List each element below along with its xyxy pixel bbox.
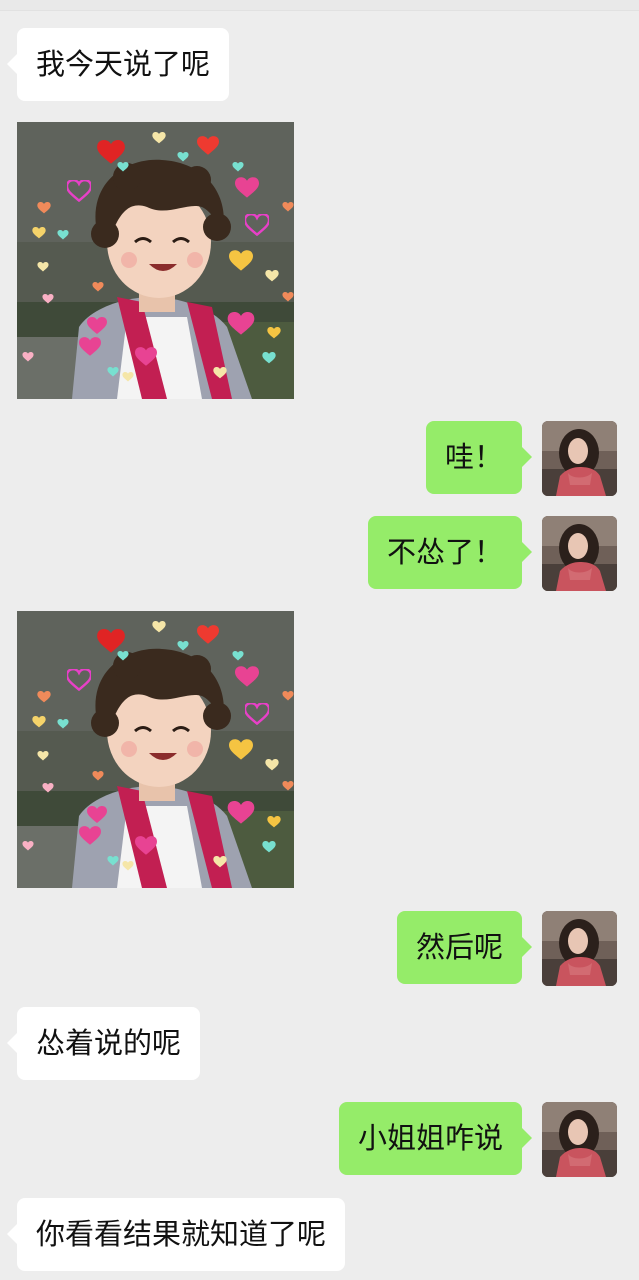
sticker-image[interactable] [17, 122, 294, 399]
message-bubble-incoming[interactable]: 我今天说了呢 [6, 28, 230, 101]
message-bubble-incoming[interactable]: 你看看结果就知道了呢 [6, 1198, 346, 1271]
message-bubble-outgoing[interactable]: 然后呢 [396, 911, 533, 984]
top-edge [0, 0, 639, 11]
self-avatar[interactable] [542, 911, 617, 986]
sticker-image[interactable] [17, 611, 294, 888]
message-bubble-outgoing[interactable]: 小姐姐咋说 [338, 1102, 533, 1175]
message-bubble-outgoing[interactable]: 不怂了！ [367, 516, 533, 589]
message-bubble-incoming[interactable]: 怂着说的呢 [6, 1007, 201, 1080]
self-avatar[interactable] [542, 1102, 617, 1177]
message-bubble-outgoing[interactable]: 哇！ [425, 421, 533, 494]
self-avatar[interactable] [542, 516, 617, 591]
self-avatar[interactable] [542, 421, 617, 496]
